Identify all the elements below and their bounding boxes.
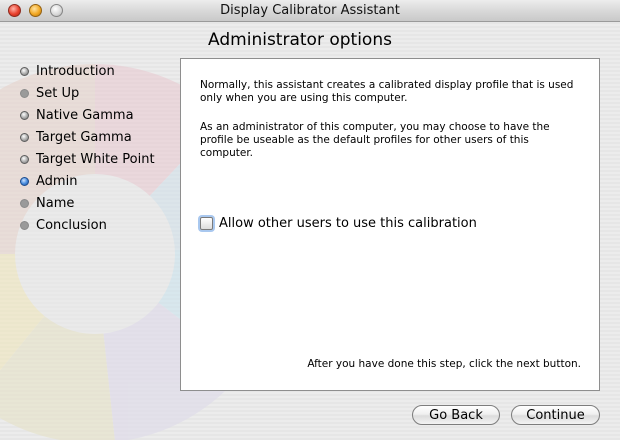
- step-completed-icon: [20, 66, 29, 76]
- step-list: Introduction Set Up Native Gamma Target …: [20, 60, 155, 236]
- assistant-window: Display Calibrator Assistant Administrat…: [0, 0, 620, 440]
- step-admin: Admin: [20, 170, 155, 192]
- step-completed-icon: [20, 132, 29, 142]
- step-pending-icon: [20, 88, 29, 98]
- step-current-icon: [20, 176, 29, 186]
- step-completed-icon: [20, 154, 29, 164]
- step-set-up: Set Up: [20, 82, 155, 104]
- continue-button[interactable]: Continue: [511, 405, 600, 425]
- step-conclusion: Conclusion: [20, 214, 155, 236]
- title-bar: Display Calibrator Assistant: [0, 0, 620, 22]
- next-step-hint: After you have done this step, click the…: [307, 358, 581, 370]
- allow-other-users-option[interactable]: Allow other users to use this calibratio…: [200, 216, 477, 231]
- step-label: Target Gamma: [36, 129, 132, 145]
- step-label: Set Up: [36, 85, 80, 101]
- allow-other-users-checkbox[interactable]: [200, 217, 213, 230]
- step-pending-icon: [20, 220, 29, 230]
- step-target-gamma: Target Gamma: [20, 126, 155, 148]
- step-label: Conclusion: [36, 217, 107, 233]
- step-label: Introduction: [36, 63, 115, 79]
- page-title: Administrator options: [208, 30, 392, 50]
- go-back-button[interactable]: Go Back: [412, 405, 500, 425]
- intro-paragraph: Normally, this assistant creates a calib…: [200, 79, 574, 104]
- admin-paragraph: As an administrator of this computer, yo…: [200, 121, 550, 159]
- step-name: Name: [20, 192, 155, 214]
- step-native-gamma: Native Gamma: [20, 104, 155, 126]
- step-label: Native Gamma: [36, 107, 134, 123]
- step-completed-icon: [20, 110, 29, 120]
- step-introduction: Introduction: [20, 60, 155, 82]
- step-label: Target White Point: [36, 151, 155, 167]
- step-label: Name: [36, 195, 75, 211]
- step-label: Admin: [36, 173, 78, 189]
- step-target-white-point: Target White Point: [20, 148, 155, 170]
- step-pending-icon: [20, 198, 29, 208]
- allow-other-users-label[interactable]: Allow other users to use this calibratio…: [219, 216, 477, 231]
- content-panel: Normally, this assistant creates a calib…: [180, 58, 600, 391]
- window-title: Display Calibrator Assistant: [220, 3, 400, 18]
